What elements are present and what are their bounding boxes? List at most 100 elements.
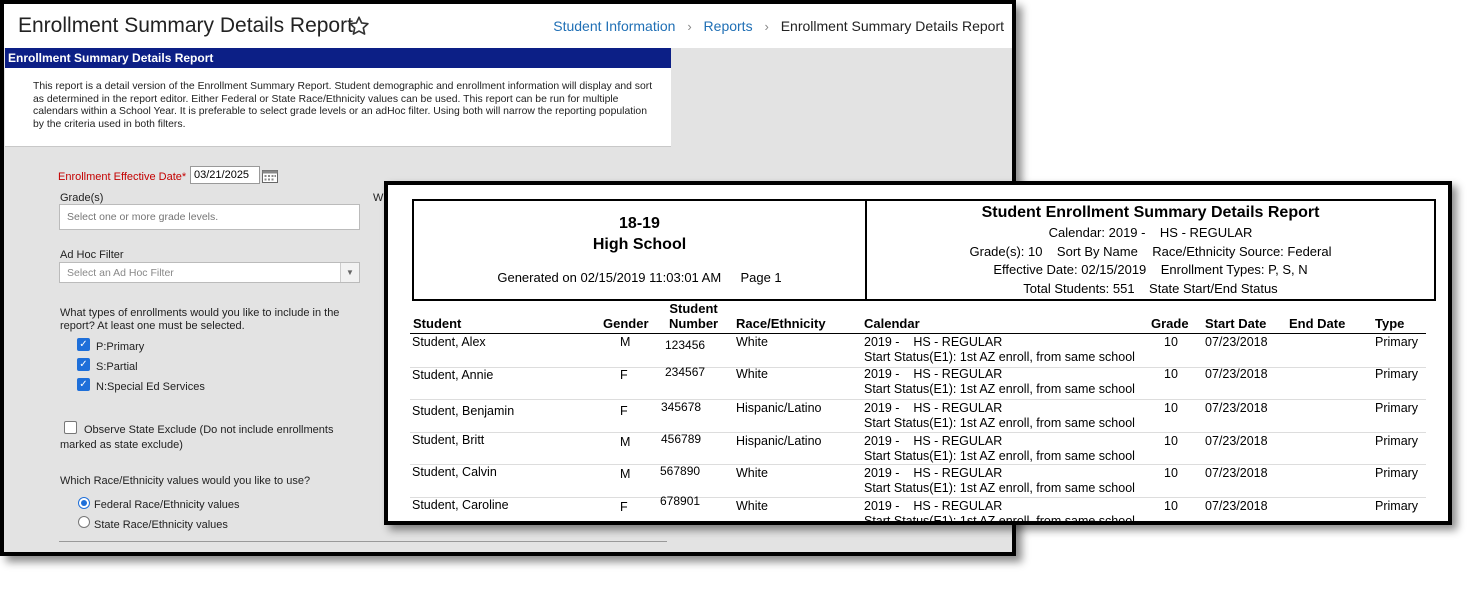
federal-race-label: Federal Race/Ethnicity values: [94, 499, 240, 511]
report-title: Student Enrollment Summary Details Repor…: [981, 204, 1320, 221]
cell-number: 567890: [660, 464, 701, 478]
col-number-line1: Student: [669, 301, 718, 316]
col-gender: Gender: [603, 316, 649, 331]
table-row: Student, Caroline F 678901 White 2019 - …: [388, 494, 1448, 525]
effective-line: Effective Date: 02/15/2019 Enrollment Ty…: [993, 262, 1308, 277]
state-race-radio[interactable]: [78, 516, 90, 528]
cell-gender: F: [620, 368, 628, 382]
effective-date-input[interactable]: [190, 166, 260, 184]
cell-number: 678901: [660, 494, 701, 508]
chevron-right-icon: ›: [687, 19, 692, 34]
breadcrumb: Student Information › Reports › Enrollme…: [553, 18, 1004, 34]
table-row: Student, Britt M 456789 Hispanic/Latino …: [388, 432, 1448, 466]
cell-student: Student, Benjamin: [412, 404, 515, 418]
table-row: Student, Calvin M 567890 White 2019 - HS…: [388, 464, 1448, 498]
table-row: Student, Benjamin F 345678 Hispanic/Lati…: [388, 400, 1448, 433]
grades-line: Grade(s): 10 Sort By Name Race/Ethnicity…: [969, 244, 1332, 259]
race-question: Which Race/Ethnicity values would you li…: [60, 475, 311, 487]
cell-student: Student, Alex: [412, 335, 486, 349]
cell-status: Start Status(E1): 1st AZ enroll, from sa…: [864, 514, 1135, 525]
generated-info: Generated on 02/15/2019 11:03:01 AM Page…: [414, 270, 865, 285]
calendar-icon[interactable]: [262, 169, 278, 183]
cell-type: Primary: [1375, 401, 1419, 415]
cell-type: Primary: [1375, 335, 1419, 349]
panel-header: Enrollment Summary Details Report: [5, 48, 671, 68]
cell-student: Student, Annie: [412, 368, 494, 382]
federal-race-radio[interactable]: [78, 497, 90, 509]
cell-type: Primary: [1375, 466, 1419, 480]
cell-calendar: 2019 - HS - REGULAR: [864, 466, 1003, 480]
partial-checkbox[interactable]: ✓: [77, 358, 90, 371]
cell-gender: M: [620, 467, 631, 481]
total-line: Total Students: 551 State Start/End Stat…: [1023, 281, 1278, 296]
col-type: Type: [1375, 316, 1405, 331]
enrollment-types-question-cont: report? At least one must be selected.: [60, 320, 245, 332]
cell-grade: 10: [1164, 367, 1178, 381]
cell-calendar: 2019 - HS - REGULAR: [864, 434, 1003, 448]
table-row: Student, Annie F 234567 White 2019 - HS …: [388, 365, 1448, 401]
calendar-line: Calendar: 2019 - HS - REGULAR: [1048, 225, 1253, 240]
breadcrumb-reports[interactable]: Reports: [704, 18, 753, 34]
report-header-school: 18-19 High School Generated on 02/15/201…: [414, 201, 867, 299]
special-ed-checkbox[interactable]: ✓: [77, 378, 90, 391]
partial-label: W: [373, 192, 384, 204]
cell-start-date: 07/23/2018: [1205, 466, 1268, 480]
cell-grade: 10: [1164, 466, 1178, 480]
cell-race: White: [736, 466, 768, 480]
effective-date-label: Enrollment Effective Date*: [58, 171, 186, 183]
cell-student: Student, Britt: [412, 433, 485, 447]
cell-number: 234567: [665, 365, 706, 379]
breadcrumb-current: Enrollment Summary Details Report: [780, 18, 1004, 34]
report-description: This report is a detail version of the E…: [33, 81, 653, 130]
cell-race: Hispanic/Latino: [736, 401, 822, 415]
cell-race: White: [736, 367, 768, 381]
col-grade: Grade: [1151, 316, 1189, 331]
cell-number: 123456: [665, 338, 706, 352]
cell-gender: M: [620, 435, 631, 449]
primary-label: P:Primary: [96, 341, 145, 353]
star-icon[interactable]: [348, 15, 370, 37]
cell-gender: M: [620, 335, 631, 349]
cell-grade: 10: [1164, 401, 1178, 415]
col-race: Race/Ethnicity: [736, 316, 826, 331]
col-calendar: Calendar: [864, 316, 920, 331]
col-student: Student: [413, 316, 462, 331]
grades-input[interactable]: [59, 204, 360, 230]
cell-start-date: 07/23/2018: [1205, 499, 1268, 513]
state-exclude-label-cont: marked as state exclude): [60, 439, 183, 451]
report-header: 18-19 High School Generated on 02/15/201…: [412, 199, 1436, 301]
adhoc-label: Ad Hoc Filter: [60, 249, 124, 261]
cell-start-date: 07/23/2018: [1205, 401, 1268, 415]
page-title: Enrollment Summary Details Report: [18, 14, 353, 37]
required-mark: *: [181, 171, 187, 183]
cell-calendar: 2019 - HS - REGULAR: [864, 499, 1003, 513]
cell-gender: F: [620, 404, 628, 418]
form-divider: [59, 541, 667, 542]
primary-checkbox[interactable]: ✓: [77, 338, 90, 351]
chevron-right-icon: ›: [764, 19, 769, 34]
report-info-panel: Enrollment Summary Details Report This r…: [5, 48, 671, 147]
adhoc-filter-select[interactable]: Select an Ad Hoc Filter ▼: [59, 262, 360, 283]
col-student-number: Student Number: [669, 301, 718, 331]
cell-status: Start Status(E1): 1st AZ enroll, from sa…: [864, 449, 1135, 463]
col-end-date: End Date: [1289, 316, 1346, 331]
cell-student: Student, Calvin: [412, 465, 497, 479]
state-exclude-label: Observe State Exclude (Do not include en…: [84, 424, 334, 436]
chevron-down-icon[interactable]: ▼: [340, 263, 359, 282]
state-exclude-checkbox[interactable]: [64, 421, 77, 434]
cell-race: White: [736, 499, 768, 513]
cell-calendar: 2019 - HS - REGULAR: [864, 401, 1003, 415]
cell-type: Primary: [1375, 434, 1419, 448]
page-header: Enrollment Summary Details Report Studen…: [4, 4, 1012, 48]
cell-number: 456789: [661, 432, 702, 446]
col-start-date: Start Date: [1205, 316, 1267, 331]
school-year: 18-19: [619, 215, 660, 232]
cell-type: Primary: [1375, 499, 1419, 513]
cell-calendar: 2019 - HS - REGULAR: [864, 367, 1003, 381]
special-ed-label: N:Special Ed Services: [96, 381, 205, 393]
cell-status: Start Status(E1): 1st AZ enroll, from sa…: [864, 416, 1135, 430]
cell-type: Primary: [1375, 367, 1419, 381]
school-name: High School: [592, 236, 687, 253]
breadcrumb-student-information[interactable]: Student Information: [553, 18, 675, 34]
cell-start-date: 07/23/2018: [1205, 434, 1268, 448]
